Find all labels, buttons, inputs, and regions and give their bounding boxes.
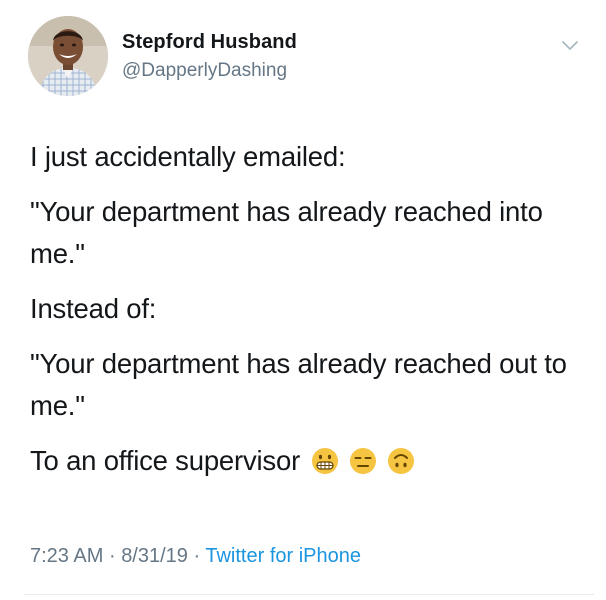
tweet-paragraph: "Your department has already reached out… bbox=[30, 348, 567, 421]
tweet-text: I just accidentally emailed: "Your depar… bbox=[30, 136, 590, 482]
tweet-paragraph: "Your department has already reached int… bbox=[30, 196, 543, 269]
chevron-down-icon[interactable] bbox=[561, 38, 579, 52]
author-display-name[interactable]: Stepford Husband bbox=[122, 31, 297, 54]
tweet-source-link[interactable]: Twitter for iPhone bbox=[205, 545, 361, 567]
tweet-metadata: 7:23 AM · 8/31/19 · Twitter for iPhone bbox=[30, 545, 361, 568]
meta-separator: · bbox=[193, 545, 201, 567]
divider bbox=[24, 594, 594, 595]
tweet-date[interactable]: 8/31/19 bbox=[121, 545, 188, 567]
tweet-paragraph: Instead of: bbox=[30, 293, 157, 324]
grimacing-face-icon bbox=[311, 447, 339, 475]
avatar[interactable] bbox=[28, 16, 108, 96]
author-handle[interactable]: @DapperlyDashing bbox=[122, 60, 287, 82]
meta-separator: · bbox=[108, 545, 116, 567]
tweet-card: Stepford Husband @DapperlyDashing I just… bbox=[0, 0, 606, 600]
upside-down-face-icon bbox=[387, 447, 415, 475]
tweet-time[interactable]: 7:23 AM bbox=[30, 545, 103, 567]
tweet-closing-text: To an office supervisor bbox=[30, 445, 301, 476]
tweet-paragraph: To an office supervisor bbox=[30, 440, 590, 482]
profile-photo-icon bbox=[28, 16, 108, 96]
expressionless-face-icon bbox=[349, 447, 377, 475]
tweet-paragraph: I just accidentally emailed: bbox=[30, 141, 346, 172]
